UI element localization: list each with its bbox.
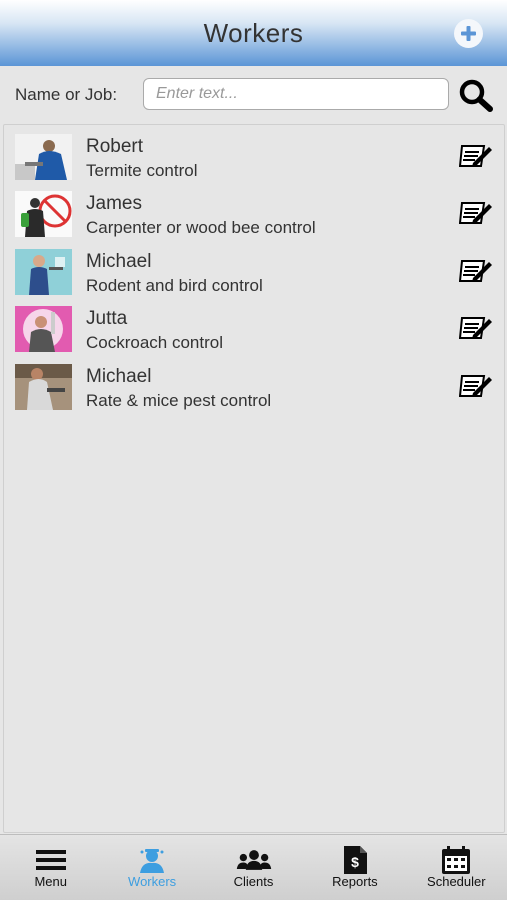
search-label: Name or Job: xyxy=(15,85,118,104)
plus-circle-icon xyxy=(454,19,483,48)
tab-label: Clients xyxy=(233,874,274,889)
add-worker-button[interactable] xyxy=(454,19,483,48)
worker-row[interactable]: Michael Rate & mice pest control xyxy=(4,355,504,411)
worker-name: James xyxy=(86,193,142,214)
workers-list: Robert Termite control James Carpenter o… xyxy=(3,124,505,833)
search-bar: Name or Job: xyxy=(0,66,507,122)
worker-icon xyxy=(140,849,165,873)
worker-job: Carpenter or wood bee control xyxy=(86,218,316,237)
edit-note-icon xyxy=(458,202,492,224)
worker-name: Robert xyxy=(86,136,144,157)
edit-note-icon xyxy=(458,145,492,167)
worker-job: Cockroach control xyxy=(86,333,224,352)
worker-avatar xyxy=(15,306,72,352)
edit-worker-button[interactable] xyxy=(458,142,493,170)
worker-job: Termite control xyxy=(86,161,198,180)
edit-note-icon xyxy=(458,317,492,339)
hamburger-icon xyxy=(35,850,66,870)
tab-label: Menu xyxy=(34,874,67,889)
worker-job: Rodent and bird control xyxy=(86,276,263,295)
worker-avatar xyxy=(15,364,72,410)
calendar-icon xyxy=(442,846,471,874)
tab-workers[interactable]: Workers xyxy=(101,835,202,900)
search-input[interactable] xyxy=(143,78,449,110)
worker-job: Rate & mice pest control xyxy=(86,391,272,410)
edit-worker-button[interactable] xyxy=(458,372,493,400)
search-button[interactable] xyxy=(458,78,494,112)
magnifier-icon xyxy=(459,79,493,112)
tab-label: Scheduler xyxy=(427,874,486,889)
tab-clients[interactable]: Clients xyxy=(203,835,304,900)
tab-scheduler[interactable]: Scheduler xyxy=(406,835,507,900)
tab-menu[interactable]: Menu xyxy=(0,835,101,900)
worker-row[interactable]: Jutta Cockroach control xyxy=(4,297,504,353)
report-document-icon: $ xyxy=(343,846,367,874)
tab-label: Reports xyxy=(332,874,378,889)
edit-worker-button[interactable] xyxy=(458,314,493,342)
worker-avatar xyxy=(15,134,72,180)
svg-text:$: $ xyxy=(351,854,359,870)
edit-worker-button[interactable] xyxy=(458,199,493,227)
worker-avatar xyxy=(15,249,72,295)
worker-name: Michael xyxy=(86,366,152,387)
worker-name: Jutta xyxy=(86,308,128,329)
worker-row[interactable]: Michael Rodent and bird control xyxy=(4,240,504,296)
worker-avatar xyxy=(15,191,72,237)
bottom-tab-bar: Menu Workers Clients $ Reports Scheduler xyxy=(0,834,507,900)
edit-note-icon xyxy=(458,260,492,282)
edit-note-icon xyxy=(458,375,492,397)
worker-row[interactable]: Robert Termite control xyxy=(4,125,504,181)
people-icon xyxy=(236,850,271,870)
app-header: Workers xyxy=(0,0,507,66)
worker-row[interactable]: James Carpenter or wood bee control xyxy=(4,182,504,238)
edit-worker-button[interactable] xyxy=(458,257,493,285)
tab-label: Workers xyxy=(128,874,177,889)
page-title: Workers xyxy=(203,17,304,48)
worker-name: Michael xyxy=(86,251,152,272)
tab-reports[interactable]: $ Reports xyxy=(304,835,405,900)
